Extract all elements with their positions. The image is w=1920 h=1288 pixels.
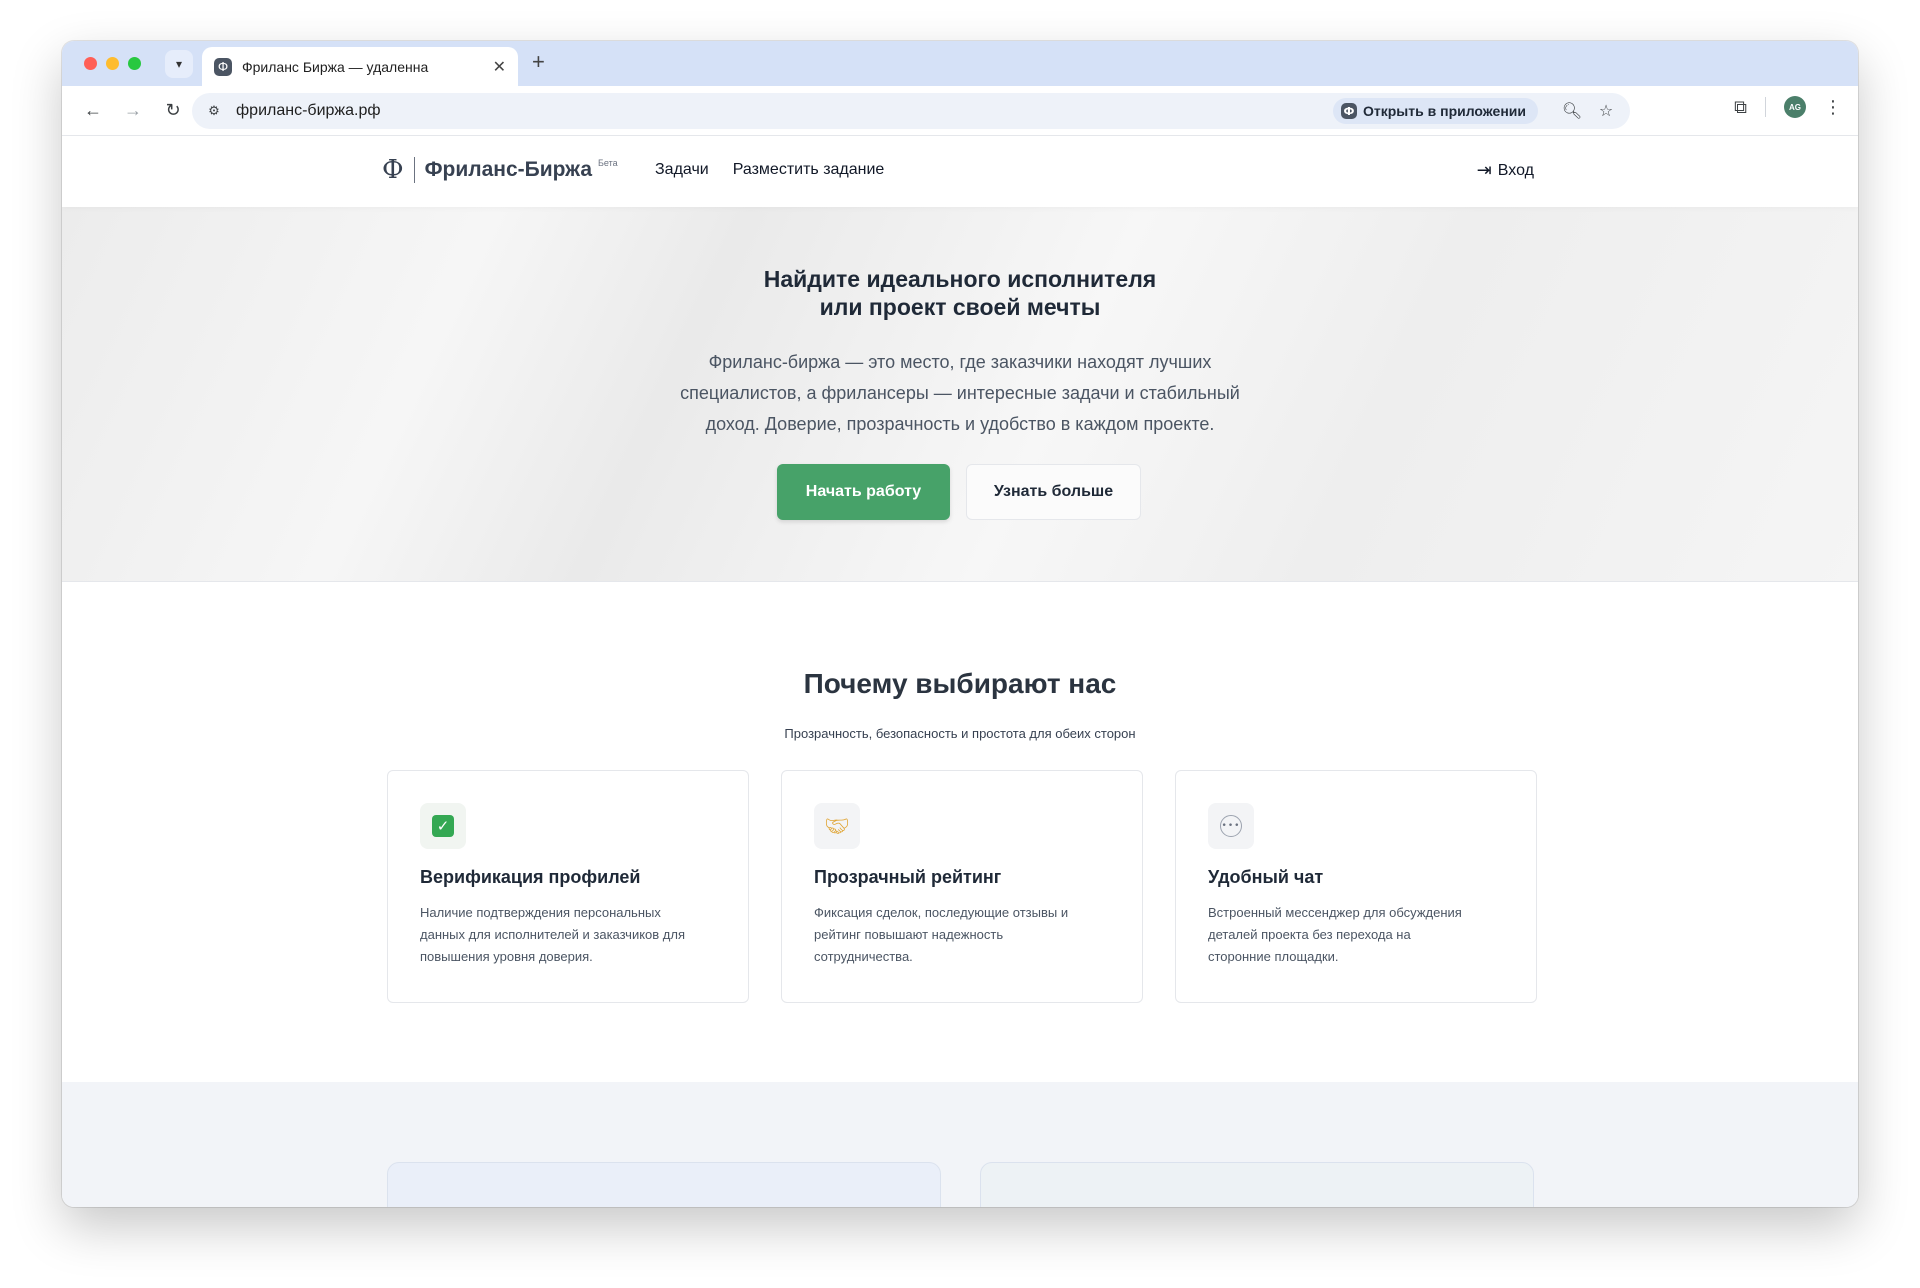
start-work-button[interactable]: Начать работу [777,464,950,520]
brand-logo[interactable]: Ф Фриланс-Биржа Бета [382,155,618,185]
app-favicon-icon: Ф [1341,103,1357,119]
chevron-down-icon: ▾ [175,57,183,71]
tab-search-button[interactable]: ▾ [165,50,193,78]
learn-more-button[interactable]: Узнать больше [966,464,1141,520]
extensions-icon[interactable]: ⧉ [1734,97,1747,118]
zoom-icon[interactable]: 🔍︎ [1558,97,1586,125]
login-link[interactable]: ⇥ Вход [1477,160,1534,181]
page-content: Ф Фриланс-Биржа Бета Задачи Разместить з… [62,137,1858,1207]
brand-name: Фриланс-Биржа [424,158,593,181]
chat-icon: ••• [1208,803,1254,849]
open-in-app-button[interactable]: Ф Открыть в приложении [1333,98,1538,124]
tab-title: Фриланс Биржа — удаленна [242,58,429,75]
address-bar[interactable]: ⚙ фриланс-биржа.рф Ф Открыть в приложени… [192,93,1630,129]
login-icon: ⇥ [1476,160,1492,180]
feature-card-text-line: сотрудничества. [814,949,913,964]
feature-card-text-line: Встроенный мессенджер для обсуждения [1208,905,1462,920]
browser-toolbar: ← → ↻ ⚙ фриланс-биржа.рф Ф Открыть в при… [62,86,1858,136]
feature-card-text-line: сторонние площадки. [1208,949,1339,964]
feature-card-text-line: деталей проекта без перехода на [1208,927,1411,942]
hero-title-line: Найдите идеального исполнителя [763,266,1157,292]
profile-avatar[interactable]: AG [1784,96,1806,118]
feature-card-chat: ••• Удобный чат Встроенный мессенджер дл… [1175,770,1537,1003]
hero-title: Найдите идеального исполнителя или проек… [62,265,1858,321]
hero-subtitle-line: Фриланс-биржа — это место, где заказчики… [708,352,1212,372]
arrow-left-icon: ← [84,100,102,120]
check-icon: ✓ [420,803,466,849]
maximize-window-button[interactable] [128,57,141,70]
feature-card-title: Верификация профилей [420,867,641,887]
close-window-button[interactable] [84,57,97,70]
feature-card-text-line: Фиксация сделок, последующие отзывы и [814,905,1069,920]
hero-subtitle-line: специалистов, а фрилансеры — интересные … [680,383,1240,403]
why-us-subtitle: Прозрачность, безопасность и простота дл… [784,726,1136,741]
window-controls [84,57,141,70]
new-tab-button[interactable]: + [532,49,545,75]
url-text[interactable]: фриланс-биржа.рф [236,102,1333,120]
feature-card-text: Встроенный мессенджер для обсуждения дет… [1208,902,1504,968]
preview-card [980,1162,1534,1207]
reload-button[interactable]: ↻ [158,96,188,126]
site-header: Ф Фриланс-Биржа Бета Задачи Разместить з… [62,137,1858,207]
feature-card-title: Прозрачный рейтинг [814,867,1002,887]
browser-window: ▾ Ф Фриланс Биржа — удаленна ✕ + ← → ↻ ⚙… [62,41,1858,1207]
feature-card-title: Удобный чат [1208,867,1324,887]
next-section [62,1082,1858,1207]
tab-active[interactable]: Ф Фриланс Биржа — удаленна ✕ [202,47,518,86]
nav-link-tasks[interactable]: Задачи [655,161,709,179]
feature-card-text-line: данных для исполнителей и заказчиков для [420,927,685,942]
login-label: Вход [1497,161,1534,179]
bookmark-star-icon[interactable]: ☆ [1592,97,1620,125]
hero-subtitle: Фриланс-биржа — это место, где заказчики… [62,347,1858,440]
feature-card-text: Наличие подтверждения персональных данны… [420,902,716,968]
site-settings-icon[interactable]: ⚙ [202,99,226,123]
toolbar-divider [1765,97,1766,117]
why-us-section: Почему выбирают нас Прозрачность, безопа… [62,582,1858,1082]
reload-icon: ↻ [165,100,181,120]
open-in-app-label: Открыть в приложении [1363,103,1526,119]
feature-card-verification: ✓ Верификация профилей Наличие подтвержд… [387,770,749,1003]
feature-card-text-line: повышения уровня доверия. [420,949,593,964]
main-nav: Задачи Разместить задание [655,161,884,179]
feature-card-text: Фиксация сделок, последующие отзывы и ре… [814,902,1110,968]
forward-button[interactable]: → [118,96,148,126]
beta-badge: Бета [598,158,618,168]
nav-link-post-task[interactable]: Разместить задание [733,161,885,179]
minimize-window-button[interactable] [106,57,119,70]
feature-card-text-line: рейтинг повышают надежность [814,927,1004,942]
hero-title-line: или проект своей мечты [819,294,1101,320]
feature-cards: ✓ Верификация профилей Наличие подтвержд… [387,770,1537,1003]
arrow-right-icon: → [124,100,142,120]
feature-card-rating: 🤝︎ Прозрачный рейтинг Фиксация сделок, п… [781,770,1143,1003]
hero-section: Найдите идеального исполнителя или проек… [62,207,1858,582]
brand-glyph-icon: Ф [382,155,404,185]
back-button[interactable]: ← [78,96,108,126]
browser-menu-icon[interactable]: ⋮ [1824,97,1842,118]
preview-card [387,1162,941,1207]
feature-card-text-line: Наличие подтверждения персональных [420,905,661,920]
tab-close-icon[interactable]: ✕ [493,57,506,77]
why-us-title: Почему выбирают нас [803,668,1117,699]
hero-buttons: Начать работу Узнать больше [62,464,1858,520]
hero-subtitle-line: доход. Доверие, прозрачность и удобство … [705,414,1215,434]
toolbar-right: ⧉ AG ⋮ [1734,96,1842,118]
tab-strip: ▾ Ф Фриланс Биржа — удаленна ✕ + [62,41,1858,86]
site-favicon-icon: Ф [214,57,232,76]
handshake-icon: 🤝︎ [814,803,860,849]
brand-divider [413,157,415,183]
